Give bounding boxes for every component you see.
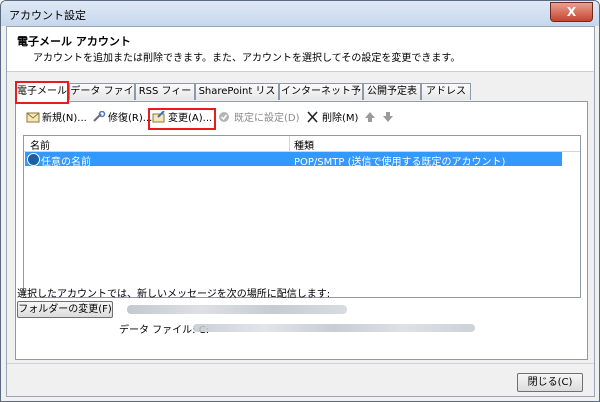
header-panel: 電子メール アカウント アカウントを追加または削除できます。また、アカウントを選… <box>7 27 594 72</box>
accounts-list[interactable]: 名前 種類 任意の名前 POP/SMTP (送信で使用する既定のアカウント) <box>23 135 581 298</box>
tab-internet-calendars[interactable]: インターネット予定表 <box>279 83 363 113</box>
move-up-button[interactable] <box>364 111 380 127</box>
redacted-data-file-path <box>193 324 475 332</box>
delete-x-icon <box>307 111 318 123</box>
repair-account-button[interactable]: 修復(R)... <box>92 111 152 127</box>
window-close-button[interactable]: X <box>550 2 593 22</box>
arrow-up-icon <box>365 112 375 122</box>
tab-published-calendars[interactable]: 公開予定表 <box>363 83 421 100</box>
close-dialog-button[interactable]: 閉じる(C) <box>517 373 583 392</box>
tab-data-files[interactable]: データ ファイル <box>69 83 135 113</box>
header-title: 電子メール アカウント <box>17 35 131 48</box>
default-check-icon <box>27 153 40 166</box>
tab-email[interactable]: 電子メール <box>15 81 69 104</box>
account-settings-window: アカウント設定 X 電子メール アカウント アカウントを追加または削除できます。… <box>0 0 600 402</box>
email-tab-panel: 新規(N)... 修復(R)... 変更(A)... 既定に設定(D) 削除(M… <box>15 101 588 360</box>
column-header-name[interactable]: 名前 <box>30 137 50 152</box>
change-mail-icon <box>152 111 165 123</box>
check-circle-icon <box>219 112 229 122</box>
delete-account-button[interactable]: 削除(M) <box>306 111 358 127</box>
delete-account-label: 削除(M) <box>322 113 359 124</box>
tab-address-books[interactable]: アドレス帳 <box>421 83 471 113</box>
set-default-label: 既定に設定(D) <box>234 113 300 124</box>
tools-icon <box>93 111 106 122</box>
tab-sharepoint-lists[interactable]: SharePoint リスト <box>195 83 279 113</box>
window-title: アカウント設定 <box>9 9 86 22</box>
tab-rss-feeds[interactable]: RSS フィード <box>135 83 195 113</box>
change-folder-button[interactable]: フォルダーの変更(F) <box>17 301 113 318</box>
repair-account-label: 修復(R)... <box>108 113 153 124</box>
footer-divider <box>7 363 594 364</box>
title-bar: アカウント設定 X <box>1 1 599 26</box>
redacted-delivery-path <box>127 305 347 314</box>
column-separator[interactable] <box>289 136 290 151</box>
new-account-label: 新規(N)... <box>42 113 87 124</box>
new-account-button[interactable]: 新規(N)... <box>26 111 87 127</box>
account-row[interactable]: 任意の名前 POP/SMTP (送信で使用する既定のアカウント) <box>25 152 562 168</box>
move-down-button[interactable] <box>382 111 398 127</box>
header-description: アカウントを追加または削除できます。また、アカウントを選択してその設定を変更でき… <box>33 53 461 64</box>
list-header: 名前 種類 <box>24 136 580 152</box>
column-header-type[interactable]: 種類 <box>294 137 314 152</box>
delivery-location-label: 選択したアカウントでは、新しいメッセージを次の場所に配信します: <box>17 289 331 300</box>
arrow-down-icon <box>383 112 393 122</box>
account-type: POP/SMTP (送信で使用する既定のアカウント) <box>294 157 506 168</box>
set-default-button[interactable]: 既定に設定(D) <box>218 111 300 127</box>
change-account-button[interactable]: 変更(A)... <box>148 108 217 130</box>
new-mail-icon <box>26 112 40 123</box>
dialog-client-area: 電子メール アカウント アカウントを追加または削除できます。また、アカウントを選… <box>6 26 595 397</box>
account-name: 任意の名前 <box>41 157 91 168</box>
change-account-label: 変更(A)... <box>168 113 213 124</box>
